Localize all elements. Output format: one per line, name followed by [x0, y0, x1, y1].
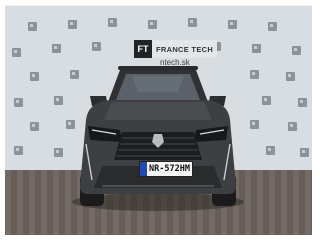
dealer-name: FRANCE TECH: [156, 44, 214, 54]
roof-rails: [118, 66, 198, 70]
dealer-logo-mark: FT: [134, 40, 152, 58]
license-plate: NR-572HM: [139, 161, 193, 177]
peugeot-3008-car: [72, 66, 244, 211]
photo-frame: FT FRANCE TECH ntech.sk NR-572HM: [0, 0, 317, 240]
hood: [104, 102, 212, 120]
windshield-reflection: [132, 76, 184, 92]
plate-eu-band: [140, 162, 147, 176]
license-plate-number: NR-572HM: [149, 164, 190, 174]
dealer-logo: FT FRANCE TECH: [134, 40, 218, 58]
